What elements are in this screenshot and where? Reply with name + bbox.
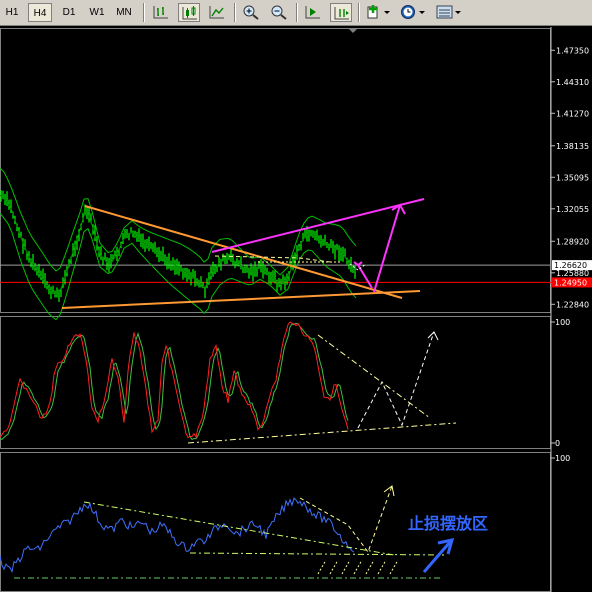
stop-zone-hatch: [341, 559, 351, 575]
timeframe-h4-button[interactable]: H4: [28, 3, 52, 22]
stop-zone-hatch: [329, 559, 339, 575]
chart-shift-icon: [305, 6, 320, 19]
periods-button[interactable]: [398, 3, 428, 22]
descending-trendline: [84, 205, 403, 299]
forecast-up-arrow: [373, 204, 401, 293]
toolbar-separator: [358, 3, 360, 22]
price-tick-label: 1.32055: [556, 205, 589, 214]
stochastic-main-line: [0, 321, 349, 439]
ascending-support-line: [61, 290, 421, 309]
chart-toolbar: H1 H4 D1 W1 MN: [0, 0, 592, 26]
autoscroll-icon: [334, 7, 349, 20]
candlestick-icon: [182, 6, 197, 20]
templates-icon: [436, 5, 461, 19]
chart-shift-marker: [348, 28, 358, 33]
stochastic-tick-label: 0: [555, 439, 560, 448]
price-tick-label: 1.38135: [556, 142, 589, 151]
bollinger-middle-band: [0, 194, 357, 296]
chart-area[interactable]: 1.47350 1.44310 1.41270 1.38135 1.35095 1.320…: [0, 27, 592, 592]
price-label-text: 1.26620: [554, 261, 587, 270]
price-tick-label: 1.25880: [556, 269, 589, 278]
indicators-button[interactable]: [364, 3, 392, 22]
stop-zone-hatch: [365, 559, 375, 575]
forecast-pullback-head: [353, 261, 363, 267]
stop-zone-arrow: [422, 541, 452, 573]
stop-zone-hatch: [317, 559, 327, 575]
price-tick-label: 1.47350: [556, 46, 589, 55]
zoom-out-button[interactable]: [268, 3, 290, 22]
periods-icon: [401, 5, 425, 19]
price-label-text: 1.24950: [554, 278, 587, 287]
zoom-in-icon: [243, 5, 259, 20]
stochastic-projection-zigzag: [357, 331, 435, 429]
zoom-out-icon: [271, 5, 287, 20]
price-tick-label: 1.44310: [556, 78, 589, 87]
timeframe-mn-button[interactable]: MN: [112, 3, 136, 22]
line-chart-button[interactable]: [206, 3, 228, 22]
rsi-resistance-line: [83, 501, 395, 556]
rsi-line: [0, 497, 355, 574]
stop-zone-hatch: [353, 559, 363, 575]
zoom-in-button[interactable]: [240, 3, 262, 22]
price-tick-label: 1.28920: [556, 237, 589, 246]
candlestick-button[interactable]: [178, 3, 200, 22]
rising-resistance-line: [211, 198, 425, 253]
toolbar-separator: [234, 3, 236, 22]
autoscroll-button[interactable]: [330, 3, 352, 22]
rsi-support-line: [189, 552, 445, 556]
bar-chart-button[interactable]: [150, 3, 172, 22]
price-tick-label: 1.41270: [556, 109, 589, 118]
line-chart-icon: [209, 6, 224, 19]
price-tick-label: 1.22840: [556, 300, 589, 309]
timeframe-d1-button[interactable]: D1: [58, 3, 80, 22]
timeframe-h1-button[interactable]: H1: [2, 3, 22, 22]
price-tick-label: 1.35095: [556, 173, 589, 182]
stochastic-tick-label: 100: [555, 318, 570, 327]
toolbar-separator: [296, 3, 298, 22]
stop-zone-hatch: [377, 559, 387, 575]
templates-button[interactable]: [434, 3, 464, 22]
rsi-tick-label: 100: [555, 454, 570, 463]
stochastic-projection-arrowhead: [427, 331, 439, 341]
indicators-icon: [367, 5, 390, 19]
stop-zone-hatch: [389, 559, 399, 575]
bar-chart-icon: [153, 6, 168, 19]
chart-shift-button[interactable]: [302, 3, 324, 22]
stochastic-resistance-line: [317, 334, 431, 419]
timeframe-w1-button[interactable]: W1: [86, 3, 108, 22]
stochastic-support-line: [187, 422, 457, 444]
toolbar-separator: [143, 3, 145, 22]
stop-zone-annotation: 止损摆放区: [408, 514, 488, 533]
